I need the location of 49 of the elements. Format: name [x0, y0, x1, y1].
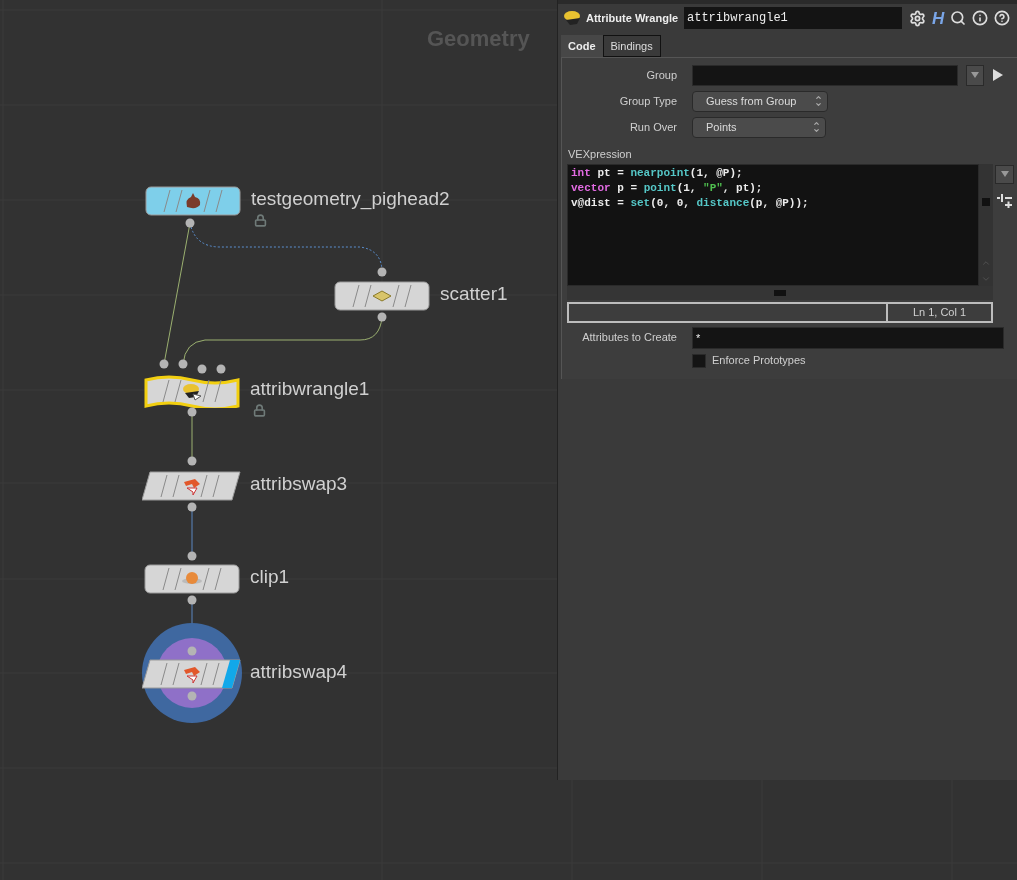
arrow-pointer-icon[interactable]: [992, 68, 1004, 82]
param-label: Group: [645, 67, 678, 83]
code-editor[interactable]: int pt = nearpoint(1, @P); vector p = point(1, "P", pt); v@dist = set(0, 0, distance(p, @P));: [567, 163, 979, 286]
updown-icon: [813, 120, 820, 134]
caret-icon: [1000, 171, 1009, 177]
node-label: scatter1: [440, 284, 508, 303]
param-label: Attributes to Create: [581, 330, 678, 346]
logo-button[interactable]: H: [932, 9, 945, 27]
node-label: testgeometry_pighead2: [251, 189, 450, 208]
help-icon[interactable]: [994, 10, 1011, 26]
dropdown-button[interactable]: [995, 164, 1014, 184]
menu-button[interactable]: Guess from Group: [692, 90, 828, 112]
checkbox-label: Enforce Prototypes: [712, 353, 806, 369]
node-label: attribwrangle1: [250, 379, 370, 398]
code-line: int pt = nearpoint(1, @P);: [571, 165, 744, 181]
add-parameter-icon[interactable]: [996, 193, 1013, 208]
caret-icon: [971, 72, 979, 78]
cursor-position: Ln 1, Col 1: [911, 304, 968, 320]
dropdown-button[interactable]: [966, 64, 984, 86]
search-icon[interactable]: [950, 10, 967, 26]
info-icon[interactable]: [972, 10, 989, 26]
vex-label: VEXpression: [567, 147, 633, 162]
code-line: vector p = point(1, "P", pt);: [571, 180, 764, 196]
grip-icon: [982, 197, 990, 206]
attributes-field[interactable]: *: [692, 326, 1004, 349]
settings-icon[interactable]: [909, 9, 926, 27]
param-label: Group Type: [618, 93, 678, 109]
node-name-field[interactable]: attribwrangle1: [684, 7, 902, 29]
node[interactable]: [144, 562, 240, 596]
tab[interactable]: Bindings: [602, 35, 661, 57]
node[interactable]: [145, 184, 241, 218]
swap-arrows-icon: [181, 476, 203, 496]
node-label: clip1: [250, 567, 290, 586]
node-label: attribswap3: [250, 474, 348, 493]
node-type-label: Attribute Wrangle: [586, 10, 680, 26]
hat-icon: [181, 381, 203, 401]
checkbox[interactable]: [692, 353, 706, 368]
node[interactable]: [144, 374, 240, 408]
swap-arrows-icon: [181, 664, 203, 684]
node-label: attribswap4: [250, 662, 348, 681]
node[interactable]: [142, 469, 242, 503]
grip-icon: [774, 289, 786, 296]
group-field[interactable]: [692, 64, 958, 86]
code-line: v@dist = set(0, 0, distance(p, @P));: [571, 195, 810, 211]
param-label: Run Over: [628, 119, 678, 135]
tab[interactable]: Code: [561, 35, 603, 57]
menu-button[interactable]: Points: [692, 116, 826, 138]
updown-icon: [815, 94, 822, 108]
node[interactable]: [334, 279, 430, 313]
